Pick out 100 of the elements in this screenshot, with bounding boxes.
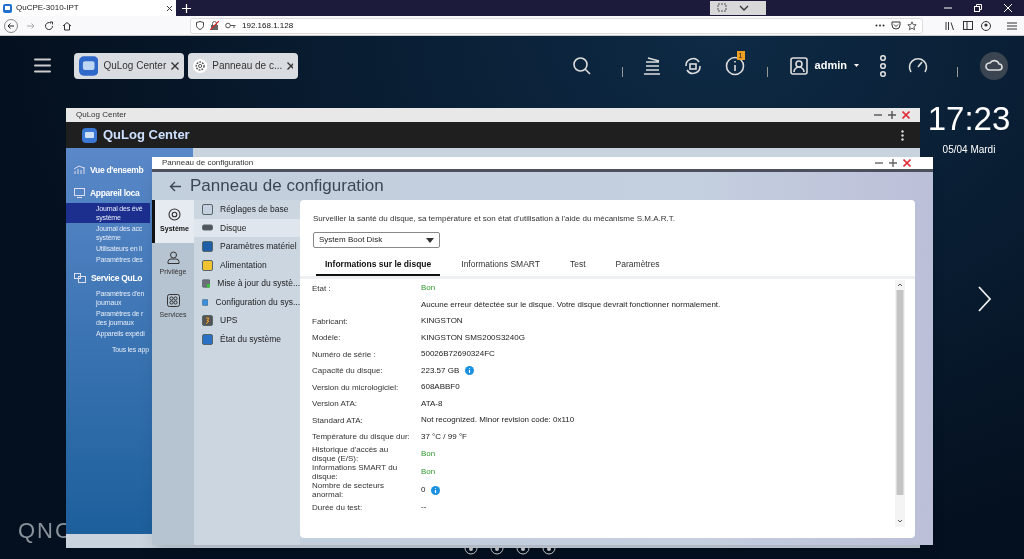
address-field[interactable]: 192.168.1.128 [190,17,923,34]
menu-item[interactable]: UPS [194,311,300,331]
menu-item[interactable]: État du système [194,330,300,349]
tab[interactable]: Test [561,258,595,276]
field-label: Température du disque dur: [312,432,410,442]
more-icon[interactable] [879,54,887,77]
sidebar-section[interactable]: Vue d'ensemb [66,160,150,180]
dock-icon[interactable] [516,546,530,555]
tab[interactable]: Informations SMART [452,258,549,276]
disk-dropdown[interactable]: System Boot Disk [313,232,440,248]
maximize-icon[interactable] [889,159,897,167]
field-value: Aucune erreur détectée sur le disque. Votre disque devrait fonctionner normalement. [421,298,721,311]
menu-item-icon [202,241,213,252]
clock-date: 05/04 Mardi [942,143,996,157]
app-icon [79,55,99,76]
field-value: Not recognized. Minor revision code: 0x110 [421,414,575,427]
window-title: Panneau de configuration [162,157,254,169]
close-icon[interactable] [166,4,173,12]
app-tab[interactable]: Panneau de c... [188,52,298,79]
back-icon[interactable] [4,18,18,33]
menu-item[interactable]: Mise à jour du systè... [194,274,300,293]
field-label: Capacité du disque: [312,366,383,376]
search-icon[interactable] [571,55,592,76]
menu-item[interactable]: Disque [194,218,300,238]
new-tab-icon[interactable] [182,3,191,13]
pocket-icon[interactable] [891,21,901,30]
close-icon[interactable] [287,61,293,70]
library-icon[interactable] [945,20,955,31]
monitor-icon [74,188,85,198]
field-label: Modèle: [312,333,341,343]
insecure-lock-icon [210,21,219,30]
app-title: QuLog Center [103,126,190,145]
field-value: ATA-8 [421,397,443,410]
field-value: 0 [421,484,426,496]
more-icon[interactable] [901,129,904,141]
field-value: 50026B72690324FC [421,348,495,361]
menu-item[interactable]: Configuration du sys... [194,292,300,312]
field-label: Etat : [312,283,331,293]
field-label: Informations SMART du disque: [312,463,399,481]
star-icon[interactable] [907,20,917,31]
field-value: Bon [421,448,436,460]
menu-item-icon [202,315,213,327]
sidebar-icon[interactable] [963,21,973,30]
scrollbar[interactable] [895,280,905,527]
home-icon[interactable] [62,20,72,31]
page-heading: Panneau de configuration [190,175,384,198]
dock-icon[interactable] [542,546,556,555]
field-value: -- [421,501,427,514]
field-label: Version du micrologiciel: [312,382,399,392]
field-value: 608ABBF0 [421,381,460,394]
menu-item-icon [202,203,213,215]
minimize-icon[interactable] [874,111,882,119]
clock-time: 17:23 [927,100,1011,138]
sidebar-section[interactable]: Service QuLo [66,268,150,288]
next-icon[interactable] [977,286,992,312]
menu-item[interactable]: Réglages de base [194,200,300,219]
field-label: Nombre de secteurs anormal: [312,481,386,499]
chart-icon [74,165,85,175]
field-value: Bon [421,466,436,478]
tab[interactable]: Informations sur le disque [316,258,441,276]
back-icon[interactable] [169,180,182,192]
minimize-icon[interactable] [875,159,883,167]
tab-options-icon[interactable] [709,1,766,15]
field-label: Historique d'accès au disque (E/S): [312,445,390,463]
menu-item[interactable]: Paramètres matériel [194,237,300,256]
field-label: Numéro de série : [312,349,376,359]
field-label: Fabricant: [312,316,348,326]
tab[interactable]: Paramètres [606,258,669,276]
caret-icon [426,237,434,243]
sync-icon[interactable] [682,55,703,76]
menu-item-icon [202,259,213,271]
user-menu[interactable]: admin [789,56,859,75]
cloud-icon[interactable] [980,51,1008,80]
sidebar-section[interactable]: Appareil loca [66,183,150,203]
field-value: KINGSTON [421,315,463,328]
app-icon [3,3,12,13]
app-tab[interactable]: QuLog Center [74,52,184,79]
info-icon[interactable] [724,55,745,76]
grid-icon [166,294,180,308]
user-icon [789,56,808,75]
reload-icon[interactable] [44,20,54,31]
minimize-icon[interactable] [944,4,952,12]
key-icon [225,22,236,29]
more-icon[interactable] [875,24,885,27]
field-label: Standard ATA: [312,415,363,425]
account-icon[interactable] [981,20,991,31]
restore-icon[interactable] [974,4,982,12]
browser-tab[interactable]: QuCPE-3010-IPT [0,0,176,16]
dock-icon[interactable] [464,546,478,555]
menu-item-icon [202,296,209,308]
menu-item-icon [202,333,213,345]
user-icon [166,251,180,265]
close-icon[interactable] [171,61,179,70]
field-value: KINGSTON SMS200S3240G [421,331,525,344]
shield-icon [196,21,204,30]
maximize-icon[interactable] [888,111,896,119]
menu-item[interactable]: Alimentation [194,255,300,275]
field-value: Bon [421,282,436,295]
dock-icon[interactable] [490,546,504,555]
stack-icon[interactable] [642,56,661,75]
